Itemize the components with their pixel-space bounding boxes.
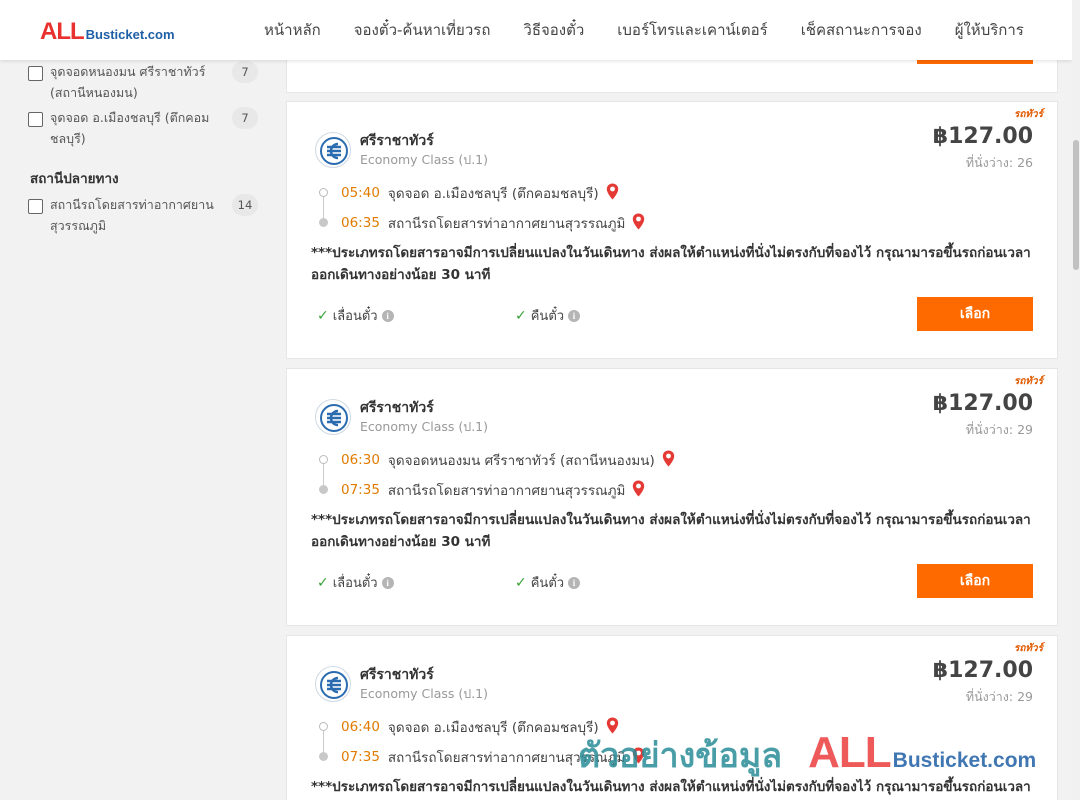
map-pin-icon[interactable] — [606, 717, 619, 738]
filter-count: 7 — [232, 61, 258, 83]
operator-logo-icon — [315, 399, 351, 435]
filter-label: สถานีรถโดยสารท่าอากาศยานสุวรรณภูมิ — [50, 197, 214, 233]
top-header: ALL Busticket.com หน้าหลัก จองตั๋ว-ค้นหา… — [0, 0, 1072, 60]
seats-available: ที่นั่งว่าง: 29 — [965, 689, 1033, 704]
arrival-time: 06:35 — [341, 215, 380, 231]
operator-name: ศรีราชาทัวร์ — [360, 400, 434, 416]
check-icon: ✓ — [515, 307, 527, 324]
checkbox[interactable] — [28, 66, 43, 81]
departure-place: จุดจอด อ.เมืองชลบุรี (ตึกคอมชลบุรี) — [387, 186, 599, 202]
scrollbar-thumb[interactable] — [1073, 140, 1079, 270]
bus-type-tag: รถทัวร์ — [1013, 643, 1043, 654]
filter-label: จุดจอด อ.เมืองชลบุรี (ตึกคอมชลบุรี) — [50, 110, 210, 146]
departure-stop: 05:40 จุดจอด อ.เมืองชลบุรี (ตึกคอมชลบุรี… — [341, 182, 619, 204]
checkbox[interactable] — [28, 199, 43, 214]
check-icon: ✓ — [317, 574, 329, 591]
departure-stop: 06:40 จุดจอด อ.เมืองชลบุรี (ตึกคอมชลบุรี… — [341, 716, 619, 738]
filter-count: 7 — [232, 107, 258, 129]
postpone-policy: ✓ เลื่อนตั๋ว i — [317, 305, 394, 326]
ticket-price: ฿127.00 — [932, 658, 1033, 683]
departure-time: 06:40 — [341, 719, 380, 735]
nav-how-to-book[interactable]: วิธีจองตั๋ว — [523, 18, 584, 42]
info-icon[interactable]: i — [381, 309, 394, 322]
arrival-time: 07:35 — [341, 482, 380, 498]
destination-dot-icon — [319, 752, 328, 761]
trip-card: รถทัวร์ ศรีราชาทัวร์ Economy Class (ป.1)… — [286, 368, 1058, 626]
bus-type-tag: รถทัวร์ — [1013, 109, 1043, 120]
arrival-place: สถานีรถโดยสารท่าอากาศยานสุวรรณภูมิ — [387, 750, 626, 766]
operator-name: ศรีราชาทัวร์ — [360, 133, 434, 149]
filter-origin-nongmon[interactable]: จุดจอดหนองมน ศรีราชาทัวร์ (สถานีหนองมน) … — [28, 61, 258, 103]
nav-contact[interactable]: เบอร์โทรและเคาน์เตอร์ — [617, 18, 767, 42]
nav-check-status[interactable]: เช็คสถานะการจอง — [801, 18, 922, 42]
filter-sidebar: จุดจอดหนองมน ศรีราชาทัวร์ (สถานีหนองมน) … — [0, 60, 270, 800]
map-pin-icon[interactable] — [606, 183, 619, 204]
check-icon: ✓ — [317, 307, 329, 324]
operator-logo-icon — [315, 666, 351, 702]
nav-operators[interactable]: ผู้ให้บริการ — [955, 18, 1024, 42]
destination-dot-icon — [319, 218, 328, 227]
refund-label: คืนตั๋ว — [530, 576, 565, 591]
bus-class: Economy Class (ป.1) — [360, 152, 489, 167]
trip-note: ***ประเภทรถโดยสารอาจมีการเปลี่ยนแปลงในวั… — [311, 779, 1031, 795]
seats-available: ที่นั่งว่าง: 26 — [965, 155, 1033, 170]
departure-time: 05:40 — [341, 185, 380, 201]
info-icon[interactable]: i — [568, 309, 581, 322]
trip-card: รถทัวร์ ศรีราชาทัวร์ Economy Class (ป.1)… — [286, 101, 1058, 359]
operator-name: ศรีราชาทัวร์ — [360, 667, 434, 683]
map-pin-icon[interactable] — [632, 480, 645, 501]
bus-type-tag: รถทัวร์ — [1013, 376, 1043, 387]
site-logo[interactable]: ALL Busticket.com — [40, 18, 175, 46]
bus-class: Economy Class (ป.1) — [360, 686, 489, 701]
filter-label: จุดจอดหนองมน ศรีราชาทัวร์ (สถานีหนองมน) — [50, 64, 206, 100]
destination-dot-icon — [319, 485, 328, 494]
ticket-price: ฿127.00 — [932, 124, 1033, 149]
info-icon[interactable]: i — [381, 576, 394, 589]
checkbox[interactable] — [28, 112, 43, 127]
arrival-place: สถานีรถโดยสารท่าอากาศยานสุวรรณภูมิ — [387, 483, 626, 499]
postpone-label: เลื่อนตั๋ว — [332, 576, 378, 591]
map-pin-icon[interactable] — [632, 747, 645, 768]
bus-class: Economy Class (ป.1) — [360, 419, 489, 434]
origin-dot-icon — [319, 188, 328, 197]
arrival-stop: 07:35 สถานีรถโดยสารท่าอากาศยานสุวรรณภูมิ — [341, 479, 645, 501]
filter-origin-chonburi[interactable]: จุดจอด อ.เมืองชลบุรี (ตึกคอมชลบุรี) 7 — [28, 107, 258, 149]
refund-label: คืนตั๋ว — [530, 309, 565, 324]
map-pin-icon[interactable] — [662, 450, 675, 471]
nav-home[interactable]: หน้าหลัก — [264, 18, 321, 42]
origin-dot-icon — [319, 722, 328, 731]
trip-note: ***ประเภทรถโดยสารอาจมีการเปลี่ยนแปลงในวั… — [311, 245, 1031, 283]
arrival-stop: 07:35 สถานีรถโดยสารท่าอากาศยานสุวรรณภูมิ — [341, 746, 645, 768]
logo-all: ALL — [40, 18, 85, 45]
arrival-time: 07:35 — [341, 749, 380, 765]
trip-card: รถทัวร์ ศรีราชาทัวร์ Economy Class (ป.1)… — [286, 635, 1058, 800]
departure-time: 06:30 — [341, 452, 380, 468]
departure-place: จุดจอดหนองมน ศรีราชาทัวร์ (สถานีหนองมน) — [387, 453, 655, 469]
departure-stop: 06:30 จุดจอดหนองมน ศรีราชาทัวร์ (สถานีหน… — [341, 449, 675, 471]
operator-logo-icon — [315, 132, 351, 168]
refund-policy: ✓ คืนตั๋ว i — [515, 572, 581, 593]
select-trip-button[interactable]: เลือก — [917, 297, 1033, 331]
page-scrollbar[interactable] — [1072, 0, 1080, 800]
postpone-label: เลื่อนตั๋ว — [332, 309, 378, 324]
ticket-price: ฿127.00 — [932, 391, 1033, 416]
destination-heading: สถานีปลายทาง — [30, 171, 119, 187]
filter-destination-suvarnabhumi[interactable]: สถานีรถโดยสารท่าอากาศยานสุวรรณภูมิ 14 — [28, 194, 258, 236]
info-icon[interactable]: i — [568, 576, 581, 589]
arrival-stop: 06:35 สถานีรถโดยสารท่าอากาศยานสุวรรณภูมิ — [341, 212, 645, 234]
arrival-place: สถานีรถโดยสารท่าอากาศยานสุวรรณภูมิ — [387, 216, 626, 232]
select-trip-button[interactable]: เลือก — [917, 564, 1033, 598]
nav-booking[interactable]: จองตั๋ว-ค้นหาเที่ยวรถ — [354, 18, 491, 42]
filter-count: 14 — [232, 194, 258, 216]
map-pin-icon[interactable] — [632, 213, 645, 234]
origin-dot-icon — [319, 455, 328, 464]
check-icon: ✓ — [515, 574, 527, 591]
main-nav: หน้าหลัก จองตั๋ว-ค้นหาเที่ยวรถ วิธีจองตั… — [264, 0, 1024, 60]
departure-place: จุดจอด อ.เมืองชลบุรี (ตึกคอมชลบุรี) — [387, 720, 599, 736]
logo-rest: Busticket.com — [85, 27, 175, 42]
refund-policy: ✓ คืนตั๋ว i — [515, 305, 581, 326]
seats-available: ที่นั่งว่าง: 29 — [965, 422, 1033, 437]
postpone-policy: ✓ เลื่อนตั๋ว i — [317, 572, 394, 593]
trip-note: ***ประเภทรถโดยสารอาจมีการเปลี่ยนแปลงในวั… — [311, 512, 1031, 550]
